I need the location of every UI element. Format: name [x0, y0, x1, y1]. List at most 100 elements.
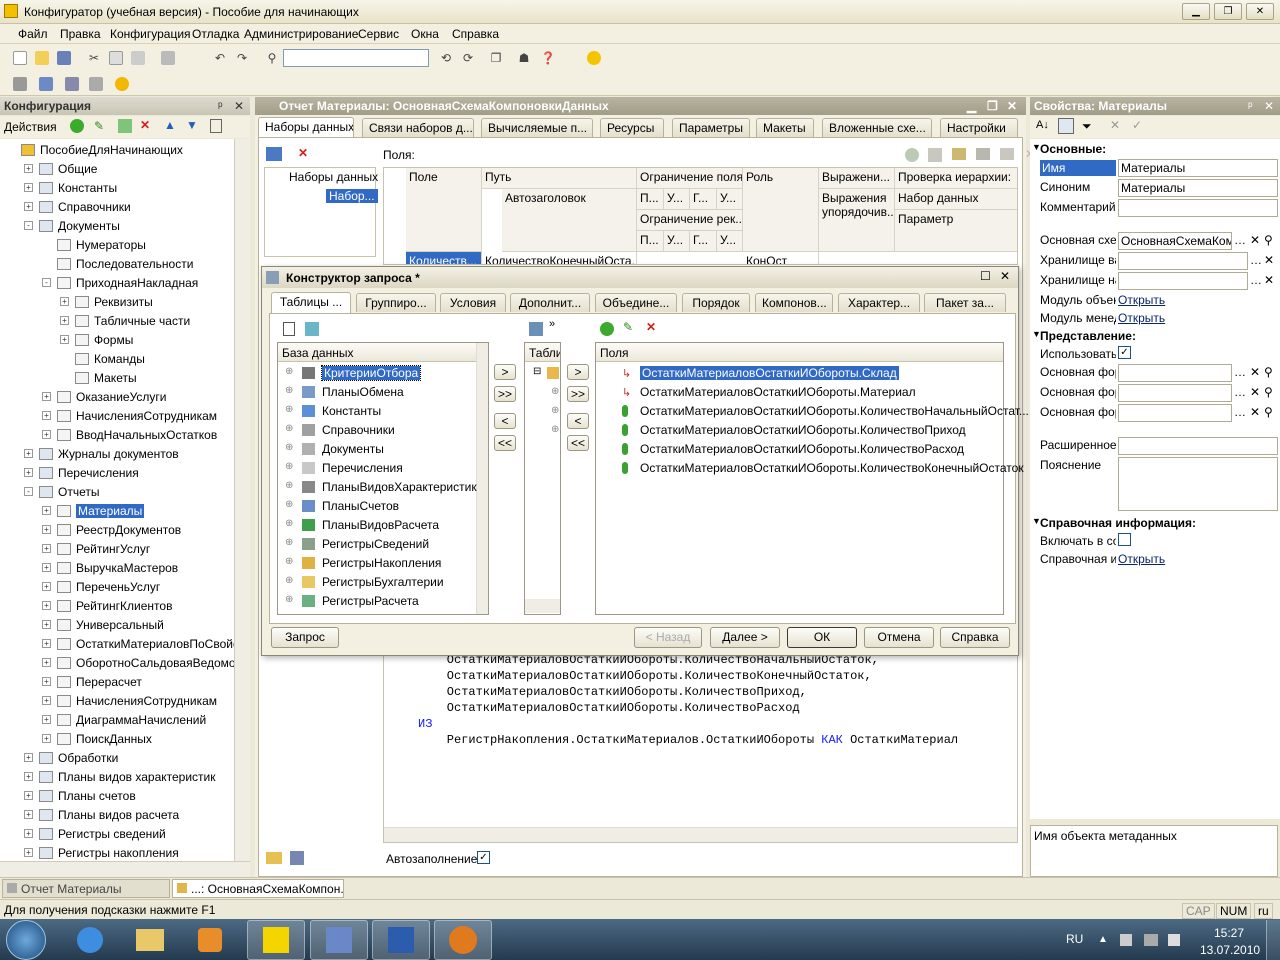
explorer-taskbar-icon[interactable]: [128, 922, 172, 958]
report-tab[interactable]: Ресурсы: [600, 118, 664, 137]
config-tree-item[interactable]: + ДиаграммаНачислений: [42, 710, 206, 729]
sort-icon[interactable]: [210, 119, 222, 133]
expand-toggle-icon[interactable]: +: [60, 297, 69, 306]
expand-toggle-icon[interactable]: ⊕: [285, 499, 293, 510]
config-tree-item[interactable]: - ПриходнаяНакладная: [42, 273, 198, 292]
main-scheme-clear-icon[interactable]: ✕: [1250, 233, 1260, 247]
field-add-icon[interactable]: [600, 322, 614, 336]
props-close-icon[interactable]: ✕: [1264, 99, 1274, 113]
maximize-button[interactable]: ❐: [1214, 3, 1242, 20]
filter-icon[interactable]: ⏷: [1082, 119, 1092, 134]
expand-toggle-icon[interactable]: +: [42, 544, 51, 553]
config-tree-item[interactable]: + Справочники: [24, 197, 131, 216]
expand-toggle-icon[interactable]: +: [42, 715, 51, 724]
save-scheme-icon[interactable]: [290, 851, 304, 865]
query-field-item[interactable]: ОстаткиМатериаловОстаткиИОбороты.Количес…: [640, 442, 964, 456]
expand-toggle-icon[interactable]: ⊕: [285, 461, 293, 472]
delete-dataset-icon[interactable]: ✕: [298, 146, 308, 160]
close-button[interactable]: ✕: [1246, 3, 1274, 20]
form1-search-icon[interactable]: ⚲: [1264, 365, 1273, 379]
info-icon[interactable]: [584, 48, 604, 68]
expand-toggle-icon[interactable]: +: [42, 582, 51, 591]
expand-toggle-icon[interactable]: ⊕: [285, 480, 293, 491]
storage1-select-icon[interactable]: …: [1250, 253, 1262, 267]
new-icon[interactable]: [10, 48, 30, 68]
menu-admin[interactable]: Администрирование: [244, 27, 358, 41]
expand-toggle-icon[interactable]: ⊕: [285, 537, 293, 548]
row-field[interactable]: Количеств...: [406, 252, 482, 264]
menu-debug[interactable]: Отладка: [192, 27, 239, 41]
copy-icon[interactable]: [106, 48, 126, 68]
query-text-area[interactable]: [383, 655, 1018, 843]
fields-tool-folder-icon[interactable]: [952, 148, 966, 160]
add-table-button[interactable]: >: [494, 364, 516, 380]
config-tree-item[interactable]: + Регистры сведений: [24, 824, 166, 843]
query-tab[interactable]: Характер...: [838, 293, 920, 312]
categorized-icon[interactable]: [1058, 118, 1074, 134]
query-field-item[interactable]: ОстаткиМатериаловОстаткиИОбороты.Количес…: [640, 461, 1024, 475]
expand-toggle-icon[interactable]: ⊕: [285, 442, 293, 453]
config-tree-item[interactable]: + ОказаниеУслуги: [42, 387, 166, 406]
tables-hscroll[interactable]: [525, 599, 560, 613]
expand-toggle-icon[interactable]: +: [60, 316, 69, 325]
config-tree-item[interactable]: + НачисленияСотрудникам: [42, 691, 217, 710]
expand-toggle-icon[interactable]: +: [42, 601, 51, 610]
explanation-field[interactable]: [1118, 457, 1278, 511]
start-button[interactable]: [6, 920, 46, 960]
report-tab[interactable]: Макеты: [756, 118, 814, 137]
config-tree-item[interactable]: Нумераторы: [42, 235, 146, 254]
db-tool2-icon[interactable]: [305, 322, 319, 336]
config-tree-item[interactable]: + Универсальный: [42, 615, 164, 634]
save-icon[interactable]: [54, 48, 74, 68]
sort-az-icon[interactable]: A↓: [1036, 119, 1049, 131]
paint-taskbar-icon[interactable]: [310, 920, 368, 960]
config-tree-item[interactable]: + Константы: [24, 178, 117, 197]
compare-icon[interactable]: [86, 74, 106, 94]
config-tree-item[interactable]: + Реквизиты: [60, 292, 153, 311]
cancel-button[interactable]: Отмена: [864, 627, 934, 648]
expand-toggle-icon[interactable]: +: [24, 202, 33, 211]
config-tree-item[interactable]: + Планы счетов: [24, 786, 136, 805]
report-tab[interactable]: Связи наборов д...: [362, 118, 474, 137]
form3-select-icon[interactable]: …: [1234, 405, 1246, 419]
db-item[interactable]: ПланыОбмена: [322, 385, 404, 399]
next-button[interactable]: Далее >: [710, 627, 780, 648]
config-tree-item[interactable]: + ОстаткиМатериаловПоСвойств...: [42, 634, 234, 653]
config-tree-item[interactable]: + ПереченьУслуг: [42, 577, 160, 596]
form3-search-icon[interactable]: ⚲: [1264, 405, 1273, 419]
app-taskbar-icon[interactable]: [434, 920, 492, 960]
form3-clear-icon[interactable]: ✕: [1250, 405, 1260, 419]
menu-service[interactable]: Сервис: [358, 27, 399, 41]
folder-icon[interactable]: [266, 852, 282, 864]
syntax-icon[interactable]: ❓: [538, 48, 558, 68]
report-tab[interactable]: Параметры: [672, 118, 750, 137]
back-button[interactable]: < Назад: [634, 627, 702, 648]
db-item[interactable]: РегистрыРасчета: [322, 594, 419, 608]
open-icon[interactable]: [32, 48, 52, 68]
update-db-icon[interactable]: [62, 74, 82, 94]
db-item[interactable]: ПланыВидовРасчета: [322, 518, 439, 532]
expand-toggle-icon[interactable]: ⊕: [285, 594, 293, 605]
ext-field[interactable]: [1118, 437, 1278, 455]
expand-toggle-icon[interactable]: +: [42, 392, 51, 401]
taskbar-lang[interactable]: RU: [1066, 932, 1083, 946]
config-tree-item[interactable]: Последовательности: [42, 254, 193, 273]
db-item[interactable]: ПланыВидовХарактеристик: [322, 480, 477, 494]
find-prev-icon[interactable]: ⟳: [458, 48, 478, 68]
add-field-button[interactable]: >: [567, 364, 589, 380]
pin-icon[interactable]: ᵖ: [218, 99, 223, 113]
form3-field[interactable]: [1118, 404, 1232, 422]
tables-subnode2-icon[interactable]: ⊕: [551, 405, 559, 416]
report-maximize-icon[interactable]: ❐: [987, 99, 998, 113]
fields-tool-folder2-icon[interactable]: [1000, 148, 1014, 160]
form2-select-icon[interactable]: …: [1234, 385, 1246, 399]
main-scheme-field[interactable]: ОсновнаяСхемаКомп: [1118, 232, 1232, 250]
expand-toggle-icon[interactable]: ⊕: [285, 423, 293, 434]
windows-icon[interactable]: ❐: [486, 48, 506, 68]
db-list-scrollbar[interactable]: [476, 343, 488, 614]
storage2-clear-icon[interactable]: ✕: [1264, 273, 1274, 287]
delete-icon[interactable]: ✕: [140, 118, 150, 132]
query-field-item[interactable]: ОстаткиМатериаловОстаткиИОбороты.Количес…: [640, 423, 966, 437]
config-tree-item[interactable]: + Перечисления: [24, 463, 139, 482]
report-tab[interactable]: Вложенные схе...: [822, 118, 932, 137]
